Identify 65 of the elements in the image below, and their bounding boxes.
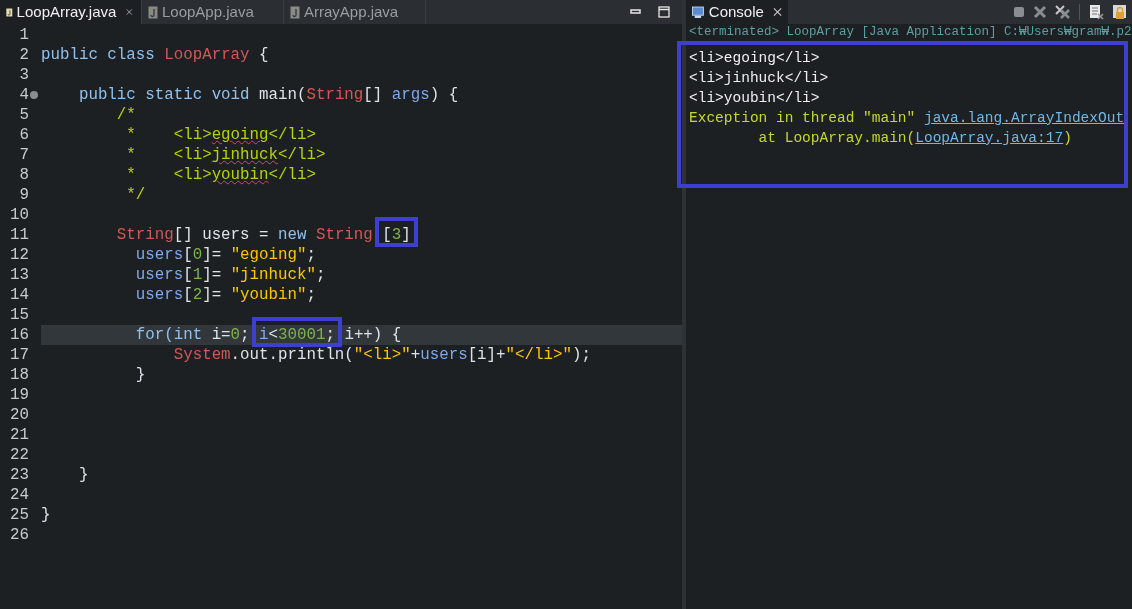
editor-tab[interactable]: LoopArray.java (0, 0, 142, 24)
code-line: String[] users = new String [3] (115, 225, 411, 245)
line-number: 15 (9, 305, 29, 325)
console-status: <terminated> LoopArray [Java Application] C:₩Users₩gram₩.p2 (689, 24, 1132, 39)
console-line: <li>youbin</li> (689, 89, 821, 108)
code-line: * <li>jinhuck</li> (125, 145, 326, 165)
line-number: 23 (9, 465, 29, 485)
fold-icon[interactable] (30, 91, 38, 99)
line-number: 17 (9, 345, 29, 365)
close-icon[interactable] (1033, 5, 1047, 19)
remove-all-icon[interactable] (1055, 5, 1071, 19)
line-number: 11 (9, 225, 29, 245)
line-number: 7 (18, 145, 29, 165)
code-line: System.out.println("<li>"+users[i]+"</li>"); (172, 345, 591, 365)
line-number: 25 (9, 505, 29, 525)
java-file-icon (290, 5, 300, 19)
error-line: at LoopArray.main(LoopArray.java:17) (757, 129, 1073, 148)
code-line: users[1]= "jinhuck"; (134, 265, 326, 285)
close-icon[interactable] (772, 7, 782, 17)
stack-link[interactable]: java.lang.ArrayIndexOut (923, 110, 1125, 126)
maximize-icon[interactable] (658, 6, 670, 18)
console-tab[interactable]: Console (686, 0, 788, 24)
error-line: Exception in thread "main" java.lang.ArrayIndexOut (689, 109, 1126, 128)
stop-icon[interactable] (1013, 6, 1025, 18)
line-number: 22 (9, 445, 29, 465)
line-number: 2 (18, 45, 29, 65)
code-line: * <li>youbin</li> (125, 165, 316, 185)
code-line: */ (125, 185, 146, 205)
code-line: /* (115, 105, 136, 125)
line-number: 10 (9, 205, 29, 225)
line-number: 14 (9, 285, 29, 305)
lock-icon[interactable] (1112, 4, 1128, 20)
code-line: * <li>egoing</li> (125, 125, 316, 145)
line-number: 12 (9, 245, 29, 265)
line-number: 19 (9, 385, 29, 405)
document-icon[interactable] (1088, 4, 1104, 20)
line-number: 5 (18, 105, 29, 125)
code-line: users[2]= "youbin"; (134, 285, 316, 305)
line-number: 4 (18, 85, 29, 105)
close-icon[interactable] (126, 7, 133, 17)
line-number: 16 (9, 325, 29, 345)
line-number: 21 (9, 425, 29, 445)
code-line: public class LoopArray { (41, 45, 269, 65)
line-number: 20 (9, 405, 29, 425)
java-file-icon (148, 5, 158, 19)
console-line: <li>jinhuck</li> (689, 69, 830, 88)
line-number: 3 (18, 65, 29, 85)
line-number: 26 (9, 525, 29, 545)
code-line: for(int i=0; i<30001; i++) { (134, 325, 402, 345)
monitor-icon (692, 5, 704, 19)
line-number: 9 (18, 185, 29, 205)
line-number: 6 (18, 125, 29, 145)
stack-link[interactable]: LoopArray.java:17 (915, 130, 1064, 146)
line-number: 8 (18, 165, 29, 185)
line-number: 1 (18, 25, 29, 45)
code-line: users[0]= "egoing"; (134, 245, 316, 265)
code-line: } (41, 505, 51, 525)
console-line: <li>egoing</li> (689, 49, 821, 68)
code-line: public static void main(String[] args) { (77, 85, 459, 105)
code-line: } (77, 465, 89, 485)
line-number: 13 (9, 265, 29, 285)
line-number: 18 (9, 365, 29, 385)
line-number: 24 (9, 485, 29, 505)
minimize-icon[interactable] (630, 9, 642, 15)
code-line: } (134, 365, 146, 385)
